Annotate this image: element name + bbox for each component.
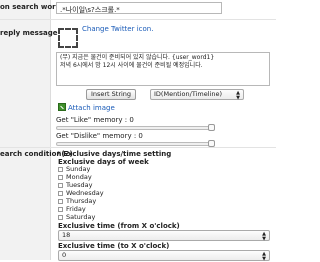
message-line: 저녁 6시에서 밤 12시 사이에 물건이 준비될 예정입니다. xyxy=(60,62,203,69)
day-label-saturday: Saturday xyxy=(66,213,96,221)
dislike-memory-slider[interactable] xyxy=(56,142,212,146)
day-checkbox-friday[interactable] xyxy=(58,207,63,212)
label-column xyxy=(0,0,50,260)
select-arrows-icon: ▲ ▼ xyxy=(262,231,266,242)
select-arrows-icon: ▲ ▼ xyxy=(236,90,240,101)
day-checkbox-saturday[interactable] xyxy=(58,215,63,220)
time-to-selected: 0 xyxy=(62,251,67,259)
message-line: (무) 지금은 물건이 준비되어 있지 않습니다. {user_word1} xyxy=(60,54,215,61)
day-label-wednesday: Wednesday xyxy=(66,189,104,197)
time-to-select[interactable]: 0 ▲ ▼ xyxy=(58,250,270,261)
reply-message-textarea[interactable]: (무) 지금은 물건이 준비되어 있지 않습니다. {user_word1} 저… xyxy=(56,52,270,86)
search-word-input[interactable]: .*나이일\s?스크롤.* xyxy=(56,2,222,14)
row-divider xyxy=(0,19,276,20)
time-to-label: Exclusive time (to X o'clock) xyxy=(58,242,170,250)
insert-type-select[interactable]: ID(Mention/Timeline) ▲ ▼ xyxy=(150,89,244,100)
row-divider xyxy=(0,147,276,148)
day-checkbox-tuesday[interactable] xyxy=(58,183,63,188)
twitter-icon-placeholder[interactable] xyxy=(58,28,78,48)
insert-type-selected: ID(Mention/Timeline) xyxy=(154,90,222,98)
day-label-tuesday: Tuesday xyxy=(66,181,93,189)
day-checkbox-sunday[interactable] xyxy=(58,167,63,172)
day-checkbox-wednesday[interactable] xyxy=(58,191,63,196)
day-checkbox-monday[interactable] xyxy=(58,175,63,180)
insert-string-button[interactable]: Insert String xyxy=(86,89,136,100)
day-checkbox-thursday[interactable] xyxy=(58,199,63,204)
time-from-select[interactable]: 18 ▲ ▼ xyxy=(58,230,270,241)
change-twitter-icon-link[interactable]: Change Twitter icon. xyxy=(82,25,153,33)
like-memory-label: Get "Like" memory : 0 xyxy=(56,116,134,124)
column-divider xyxy=(50,0,51,260)
like-memory-slider[interactable] xyxy=(56,126,212,130)
dislike-memory-slider-handle[interactable] xyxy=(208,140,215,147)
time-from-selected: 18 xyxy=(62,231,71,239)
exclusive-setting-heading: * Exclusive days/time setting xyxy=(57,150,172,158)
like-memory-slider-handle[interactable] xyxy=(208,124,215,131)
attach-image-icon[interactable] xyxy=(58,103,66,111)
day-label-thursday: Thursday xyxy=(66,197,97,205)
day-label-friday: Friday xyxy=(66,205,86,213)
day-label-sunday: Sunday xyxy=(66,165,91,173)
time-from-label: Exclusive time (from X o'clock) xyxy=(58,222,180,230)
dislike-memory-label: Get "Dislike" memory : 0 xyxy=(56,132,143,140)
day-label-monday: Monday xyxy=(66,173,92,181)
attach-image-link[interactable]: Attach image xyxy=(68,104,115,112)
